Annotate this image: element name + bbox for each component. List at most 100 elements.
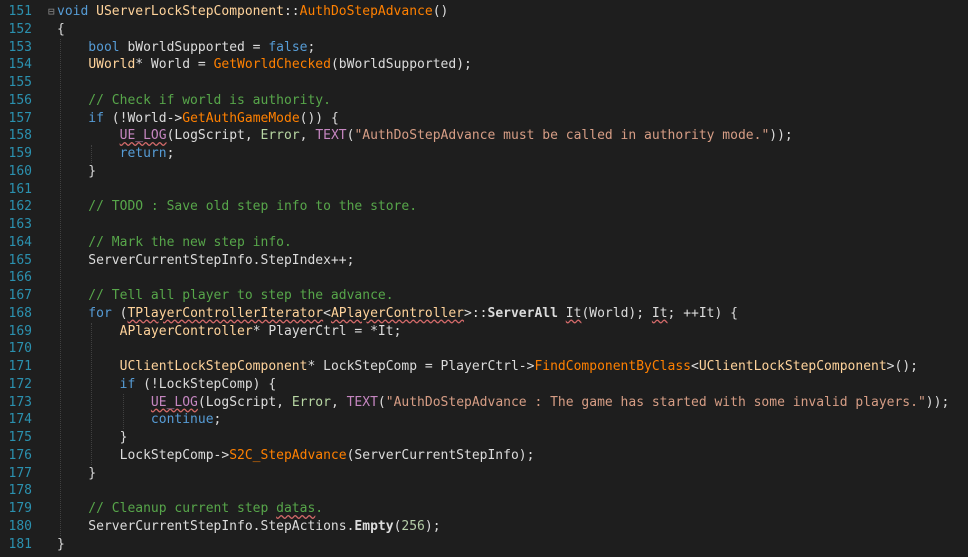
code-line[interactable]: 180 ServerCurrentStepInfo.StepActions.Em… xyxy=(0,518,968,536)
code-line[interactable]: 175 } xyxy=(0,429,968,447)
code-line[interactable]: 153 bool bWorldSupported = false; xyxy=(0,39,968,57)
code-token: < xyxy=(323,305,331,321)
code-line[interactable]: 169 APlayerController* PlayerCtrl = *It; xyxy=(0,323,968,341)
code-text[interactable]: UWorld* World = GetWorldChecked(bWorldSu… xyxy=(57,56,472,74)
line-number: 175 xyxy=(8,430,32,445)
code-text[interactable]: for (TPlayerControllerIterator<APlayerCo… xyxy=(57,305,738,323)
code-line[interactable]: 152 { xyxy=(0,21,968,39)
code-text[interactable]: if (!LockStepComp) { xyxy=(57,376,277,394)
code-line[interactable]: 179 // Cleanup current step datas. xyxy=(0,500,968,518)
code-text[interactable]: } xyxy=(57,536,65,554)
code-token: // Cleanup current step xyxy=(57,501,277,516)
code-line[interactable]: 155 xyxy=(0,74,968,92)
code-text[interactable]: // Cleanup current step datas. xyxy=(57,500,323,518)
code-token: ; ++It) { xyxy=(667,305,738,321)
code-text[interactable]: { xyxy=(57,21,65,39)
code-line[interactable]: 165 ServerCurrentStepInfo.StepIndex++; xyxy=(0,252,968,270)
line-number: 155 xyxy=(8,75,32,90)
code-line[interactable]: 171 UClientLockStepComponent* LockStepCo… xyxy=(0,358,968,376)
code-token: } xyxy=(57,536,65,552)
code-token: datas xyxy=(276,501,316,516)
code-line[interactable]: 170 xyxy=(0,340,968,358)
code-line[interactable]: 158 UE_LOG(LogScript, Error, TEXT("AuthD… xyxy=(0,127,968,145)
code-line[interactable]: 157 if (!World->GetAuthGameMode()) { xyxy=(0,110,968,128)
code-text[interactable]: UClientLockStepComponent* LockStepComp =… xyxy=(57,358,918,376)
code-token: ()) { xyxy=(299,110,339,126)
code-line[interactable]: 178 xyxy=(0,482,968,500)
line-number: 181 xyxy=(8,536,32,552)
code-token: TEXT xyxy=(346,394,378,410)
code-text[interactable]: // Check if world is authority. xyxy=(57,92,331,110)
code-line[interactable]: 177 } xyxy=(0,465,968,483)
code-line[interactable]: 162 // TODO : Save old step info to the … xyxy=(0,198,968,216)
code-text[interactable]: // TODO : Save old step info to the stor… xyxy=(57,198,417,216)
code-token: Error xyxy=(291,394,331,410)
code-token: APlayerController xyxy=(119,323,253,339)
code-text[interactable]: UE_LOG(LogScript, Error, TEXT("AuthDoSte… xyxy=(57,394,949,412)
code-text[interactable]: APlayerController* PlayerCtrl = *It; xyxy=(57,323,402,341)
code-token: void xyxy=(57,4,97,19)
code-text[interactable]: LockStepComp->S2C_StepAdvance(ServerCurr… xyxy=(57,447,535,465)
code-token: APlayerController xyxy=(330,305,465,321)
code-token: (LogScript, xyxy=(197,394,292,410)
code-line[interactable]: 181} xyxy=(0,536,968,554)
code-line[interactable]: 151 ⊟ void UServerLockStepComponent::AuthD… xyxy=(0,3,968,21)
code-token: LockStepComp-> xyxy=(57,447,230,463)
code-token: ( xyxy=(377,394,386,410)
code-text[interactable]: return; xyxy=(57,145,175,163)
code-token: * World = xyxy=(135,57,214,73)
code-line[interactable]: 160 } xyxy=(0,163,968,181)
line-number: 160 xyxy=(8,163,32,179)
line-number: 170 xyxy=(8,341,32,357)
code-text[interactable]: bool bWorldSupported = false; xyxy=(57,39,315,57)
code-token: , xyxy=(330,394,347,410)
code-token: UClientLockStepComponent xyxy=(119,359,308,374)
code-line[interactable]: 159 return; xyxy=(0,145,968,163)
code-line[interactable]: 156 // Check if world is authority. xyxy=(0,92,968,110)
code-line[interactable]: 161 xyxy=(0,181,968,199)
line-number: 168 xyxy=(8,305,32,321)
code-text[interactable]: // Tell all player to step the advance. xyxy=(57,287,393,305)
code-text[interactable]: } xyxy=(57,465,96,483)
code-token: (bWorldSupported); xyxy=(330,57,472,73)
code-line[interactable]: 173 UE_LOG(LogScript, Error, TEXT("AuthD… xyxy=(0,394,968,412)
code-line[interactable]: 174 continue; xyxy=(0,411,968,429)
code-token: GetWorldChecked xyxy=(213,57,331,73)
code-text[interactable]: if (!World->GetAuthGameMode()) { xyxy=(57,110,339,128)
code-line[interactable]: 166 xyxy=(0,269,968,287)
code-token: { xyxy=(57,21,65,37)
code-editor[interactable]: 151 ⊟ void UServerLockStepComponent::AuthD… xyxy=(0,0,968,557)
code-token: ServerCurrentStepInfo.StepIndex++; xyxy=(57,252,355,268)
code-line[interactable]: 168 for (TPlayerControllerIterator<APlay… xyxy=(0,305,968,323)
code-text[interactable]: continue; xyxy=(57,411,221,429)
code-token: S2C_StepAdvance xyxy=(229,447,347,463)
code-line[interactable]: 163 xyxy=(0,216,968,234)
code-text[interactable]: ServerCurrentStepInfo.StepActions.Empty(… xyxy=(57,518,440,536)
line-number: 167 xyxy=(8,288,32,303)
code-line[interactable]: 167 // Tell all player to step the advan… xyxy=(0,287,968,305)
line-number: 180 xyxy=(8,518,32,534)
line-number: 163 xyxy=(8,217,32,232)
code-line[interactable]: 154 UWorld* World = GetWorldChecked(bWor… xyxy=(0,56,968,74)
code-text[interactable]: // Mark the new step info. xyxy=(57,234,292,252)
code-text[interactable]: UE_LOG(LogScript, Error, TEXT("AuthDoSte… xyxy=(57,127,793,145)
collapse-icon[interactable]: ⊟ xyxy=(48,3,57,21)
code-token: } xyxy=(57,465,97,481)
code-text[interactable]: } xyxy=(57,429,128,447)
code-text[interactable]: void UServerLockStepComponent::AuthDoSte… xyxy=(57,3,448,21)
code-token: (ServerCurrentStepInfo); xyxy=(346,447,535,463)
code-token: TEXT xyxy=(315,128,347,144)
code-token: * PlayerCtrl = *It; xyxy=(252,323,402,339)
code-token: = xyxy=(244,39,269,55)
code-token: if xyxy=(57,376,144,392)
code-line[interactable]: 164 // Mark the new step info. xyxy=(0,234,968,252)
code-text[interactable]: } xyxy=(57,163,96,181)
code-text[interactable]: ServerCurrentStepInfo.StepIndex++; xyxy=(57,252,354,270)
line-number: 169 xyxy=(8,323,32,339)
code-line[interactable]: 176 LockStepComp->S2C_StepAdvance(Server… xyxy=(0,447,968,465)
code-line[interactable]: 172 if (!LockStepComp) { xyxy=(0,376,968,394)
code-token: () xyxy=(432,4,449,19)
